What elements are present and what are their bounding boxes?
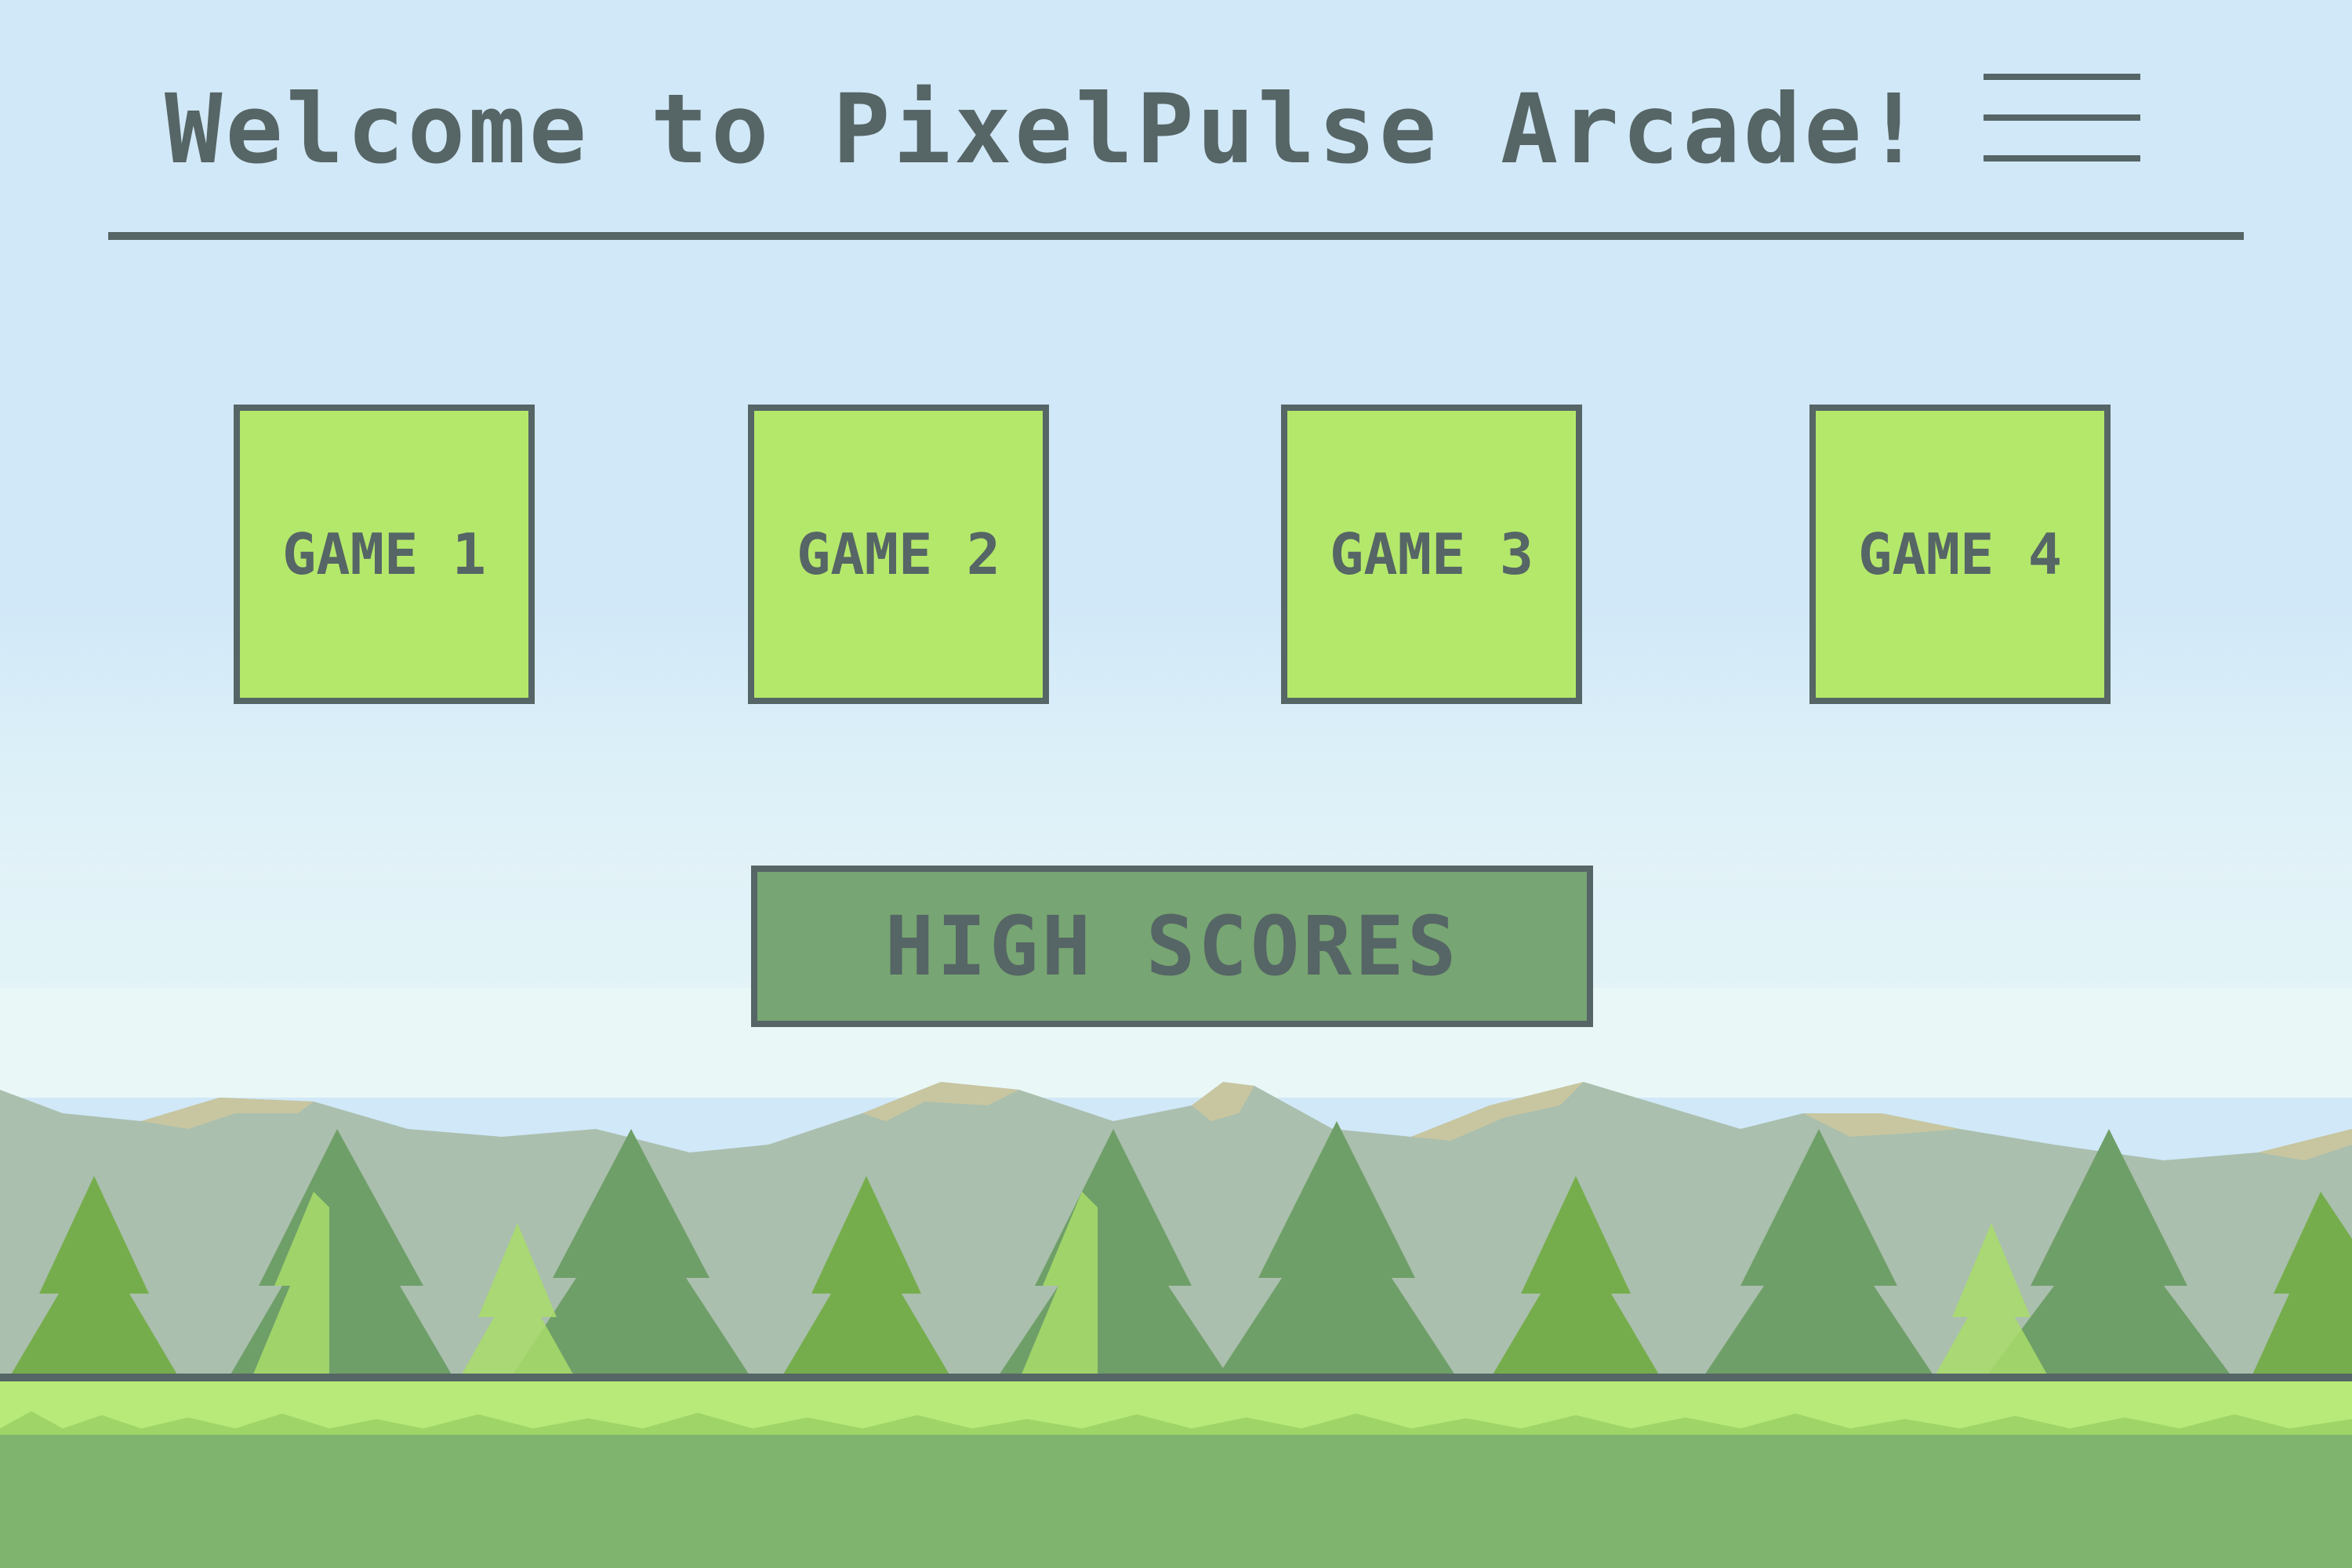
- high-scores-label: HIGH SCORES: [884, 898, 1460, 994]
- game-4-label: GAME 4: [1857, 521, 2063, 587]
- menu-bar-top: [1984, 74, 2140, 80]
- game-3-label: GAME 3: [1329, 521, 1534, 587]
- page-title: Welcome to PixelPulse Arcade!: [165, 74, 1926, 185]
- game-2-label: GAME 2: [796, 521, 1001, 587]
- game-4-button[interactable]: GAME 4: [1809, 405, 2111, 704]
- header-divider: [108, 232, 2244, 240]
- game-1-button[interactable]: GAME 1: [234, 405, 535, 704]
- ground: [0, 1435, 2352, 1568]
- hamburger-menu-icon[interactable]: [1976, 67, 2148, 169]
- game-2-button[interactable]: GAME 2: [748, 405, 1049, 704]
- menu-bar-bottom: [1984, 155, 2140, 162]
- menu-bar-middle: [1984, 114, 2140, 121]
- grass-edge: [0, 1374, 2352, 1381]
- game-3-button[interactable]: GAME 3: [1281, 405, 1582, 704]
- game-1-label: GAME 1: [281, 521, 487, 587]
- high-scores-button[interactable]: HIGH SCORES: [751, 866, 1593, 1027]
